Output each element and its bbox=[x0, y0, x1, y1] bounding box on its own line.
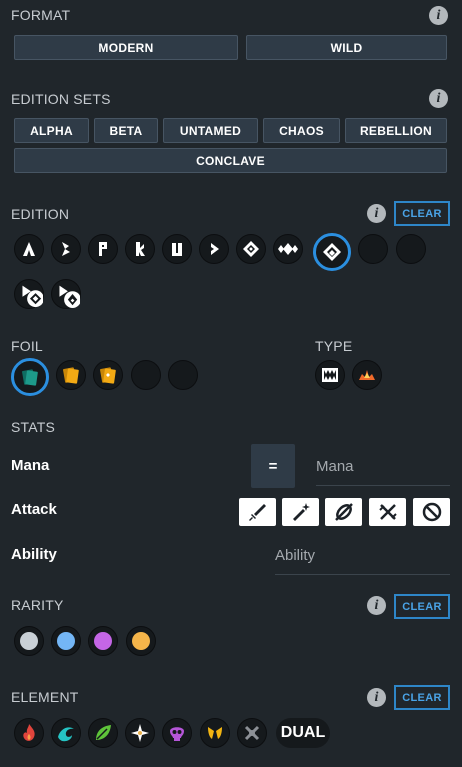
stats-title: STATS bbox=[11, 419, 56, 435]
element-title: ELEMENT bbox=[11, 689, 79, 705]
empty-slot-icon[interactable] bbox=[358, 234, 388, 264]
mana-label: Mana bbox=[11, 457, 50, 474]
death-icon[interactable] bbox=[162, 718, 192, 748]
promo-icon[interactable] bbox=[88, 234, 118, 264]
format-title: FORMAT bbox=[11, 7, 71, 23]
dragon-icon[interactable] bbox=[200, 718, 230, 748]
rare-rarity-dot bbox=[57, 632, 75, 650]
edition-clear-button[interactable]: CLEAR bbox=[394, 201, 450, 226]
water-icon[interactable] bbox=[51, 718, 81, 748]
edition-sets-title: EDITION SETS bbox=[11, 91, 111, 107]
empty-slot-icon[interactable] bbox=[396, 234, 426, 264]
ability-input[interactable]: Ability bbox=[275, 547, 450, 575]
neutral-icon[interactable] bbox=[237, 718, 267, 748]
foil-title: FOIL bbox=[11, 338, 43, 354]
regular-foil-icon[interactable] bbox=[11, 358, 49, 396]
epic-rarity-dot bbox=[94, 632, 112, 650]
soulbound-icon[interactable] bbox=[14, 279, 44, 309]
none-icon[interactable] bbox=[413, 498, 450, 526]
ability-label: Ability bbox=[11, 546, 57, 563]
ranged-icon[interactable] bbox=[325, 498, 362, 526]
magic-icon[interactable] bbox=[282, 498, 319, 526]
type-title: TYPE bbox=[315, 338, 353, 354]
soulbound-rebellion-icon[interactable] bbox=[51, 279, 81, 309]
format-wild-button[interactable]: WILD bbox=[246, 35, 447, 60]
summoner-icon[interactable] bbox=[352, 360, 382, 390]
mana-input[interactable]: Mana bbox=[316, 458, 450, 486]
set-chaos-button[interactable]: CHAOS bbox=[263, 118, 340, 143]
edition-sets-info-icon[interactable]: i bbox=[429, 89, 448, 108]
rarity-clear-button[interactable]: CLEAR bbox=[394, 594, 450, 619]
dice-icon[interactable] bbox=[199, 234, 229, 264]
rare-rarity-icon[interactable] bbox=[51, 626, 81, 656]
element-clear-button[interactable]: CLEAR bbox=[394, 685, 450, 710]
riftwatchers-icon[interactable] bbox=[273, 234, 303, 264]
epic-rarity-icon[interactable] bbox=[88, 626, 118, 656]
common-rarity-dot bbox=[20, 632, 38, 650]
set-untamed-button[interactable]: UNTAMED bbox=[163, 118, 258, 143]
edition-info-icon[interactable]: i bbox=[367, 204, 386, 223]
empty-slot-icon[interactable] bbox=[168, 360, 198, 390]
legendary-rarity-icon[interactable] bbox=[126, 626, 156, 656]
chaos-icon[interactable] bbox=[236, 234, 266, 264]
format-info-icon[interactable]: i bbox=[429, 6, 448, 25]
format-modern-button[interactable]: MODERN bbox=[14, 35, 238, 60]
set-alpha-button[interactable]: ALPHA bbox=[14, 118, 89, 143]
gold-arcane-foil-icon[interactable] bbox=[93, 360, 123, 390]
edition-title: EDITION bbox=[11, 206, 70, 222]
earth-icon[interactable] bbox=[88, 718, 118, 748]
common-rarity-icon[interactable] bbox=[14, 626, 44, 656]
untamed-icon[interactable] bbox=[162, 234, 192, 264]
set-conclave-button[interactable]: CONCLAVE bbox=[14, 148, 447, 173]
attack-label: Attack bbox=[11, 501, 57, 518]
dual-element-button[interactable]: DUAL bbox=[276, 718, 330, 748]
rarity-info-icon[interactable]: i bbox=[367, 596, 386, 615]
fire-icon[interactable] bbox=[14, 718, 44, 748]
monster-icon[interactable] bbox=[315, 360, 345, 390]
set-beta-button[interactable]: BETA bbox=[94, 118, 158, 143]
empty-slot-icon[interactable] bbox=[131, 360, 161, 390]
gold-foil-icon[interactable] bbox=[56, 360, 86, 390]
rebellion-icon[interactable] bbox=[313, 233, 351, 271]
rarity-title: RARITY bbox=[11, 597, 64, 613]
alpha-icon[interactable] bbox=[14, 234, 44, 264]
reward-icon[interactable] bbox=[125, 234, 155, 264]
element-info-icon[interactable]: i bbox=[367, 688, 386, 707]
life-icon[interactable] bbox=[125, 718, 155, 748]
beta-icon[interactable] bbox=[51, 234, 81, 264]
melee-icon[interactable] bbox=[239, 498, 276, 526]
mana-operator-button[interactable]: = bbox=[251, 444, 295, 488]
set-rebellion-button[interactable]: REBELLION bbox=[345, 118, 447, 143]
legendary-rarity-dot bbox=[132, 632, 150, 650]
no-attack-icon[interactable] bbox=[369, 498, 406, 526]
